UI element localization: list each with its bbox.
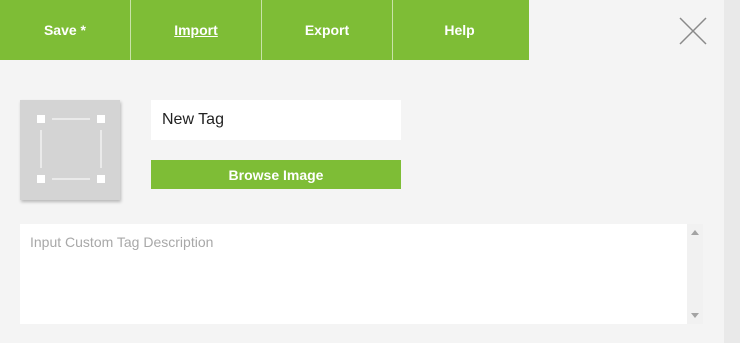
close-icon xyxy=(679,17,707,45)
image-placeholder-icon xyxy=(37,115,105,183)
toolbar: Save * Import Export Help xyxy=(0,0,529,60)
save-button[interactable]: Save * xyxy=(0,0,131,60)
scroll-down-arrow-icon[interactable] xyxy=(691,313,699,318)
save-label: Save * xyxy=(43,22,87,38)
description-container xyxy=(20,224,703,324)
help-label: Help xyxy=(444,22,475,38)
tag-image-thumbnail[interactable] xyxy=(20,100,120,200)
help-button[interactable]: Help xyxy=(393,0,526,60)
close-button[interactable] xyxy=(676,14,710,48)
browse-image-label: Browse Image xyxy=(228,166,324,183)
import-button[interactable]: Import xyxy=(131,0,262,60)
tag-name-input[interactable] xyxy=(151,100,401,140)
export-button[interactable]: Export xyxy=(262,0,393,60)
import-label: Import xyxy=(174,22,218,38)
scroll-up-arrow-icon[interactable] xyxy=(691,230,699,235)
description-scrollbar[interactable] xyxy=(687,224,703,324)
browse-image-button[interactable]: Browse Image xyxy=(151,160,401,189)
page-scrollbar[interactable] xyxy=(724,0,740,343)
export-label: Export xyxy=(304,22,350,38)
tag-description-input[interactable] xyxy=(20,224,687,324)
